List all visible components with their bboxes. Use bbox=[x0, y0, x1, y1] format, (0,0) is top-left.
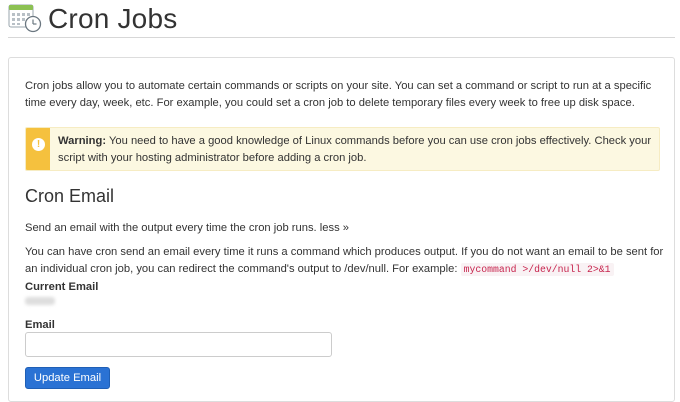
warning-callout: ! Warning: You need to have a good knowl… bbox=[25, 127, 660, 171]
example-code: mycommand >/dev/null 2>&1 bbox=[460, 263, 614, 276]
current-email-value-redacted bbox=[25, 297, 55, 305]
email-input[interactable] bbox=[25, 332, 332, 357]
cron-panel: Cron jobs allow you to automate certain … bbox=[8, 57, 675, 402]
warning-label: Warning: bbox=[58, 135, 107, 147]
update-email-button[interactable]: Update Email bbox=[25, 367, 110, 389]
page-title: Cron Jobs bbox=[48, 3, 178, 34]
exclamation-icon: ! bbox=[32, 138, 45, 151]
warning-stripe: ! bbox=[26, 128, 50, 170]
less-link[interactable]: less » bbox=[320, 222, 349, 234]
cron-email-explanation: You can have cron send an email every ti… bbox=[25, 244, 665, 278]
warning-text: You need to have a good knowledge of Lin… bbox=[58, 135, 652, 164]
intro-text: Cron jobs allow you to automate certain … bbox=[25, 80, 652, 109]
page-header: Cron Jobs bbox=[8, 0, 675, 38]
current-email-label: Current Email bbox=[25, 281, 99, 293]
cron-email-heading: Cron Email bbox=[25, 186, 115, 206]
warning-message: Warning: You need to have a good knowled… bbox=[58, 133, 658, 167]
send-email-text: Send an email with the output every time… bbox=[25, 222, 317, 234]
calendar-clock-icon bbox=[8, 4, 42, 33]
email-label: Email bbox=[25, 319, 55, 331]
send-email-description: Send an email with the output every time… bbox=[25, 222, 349, 234]
